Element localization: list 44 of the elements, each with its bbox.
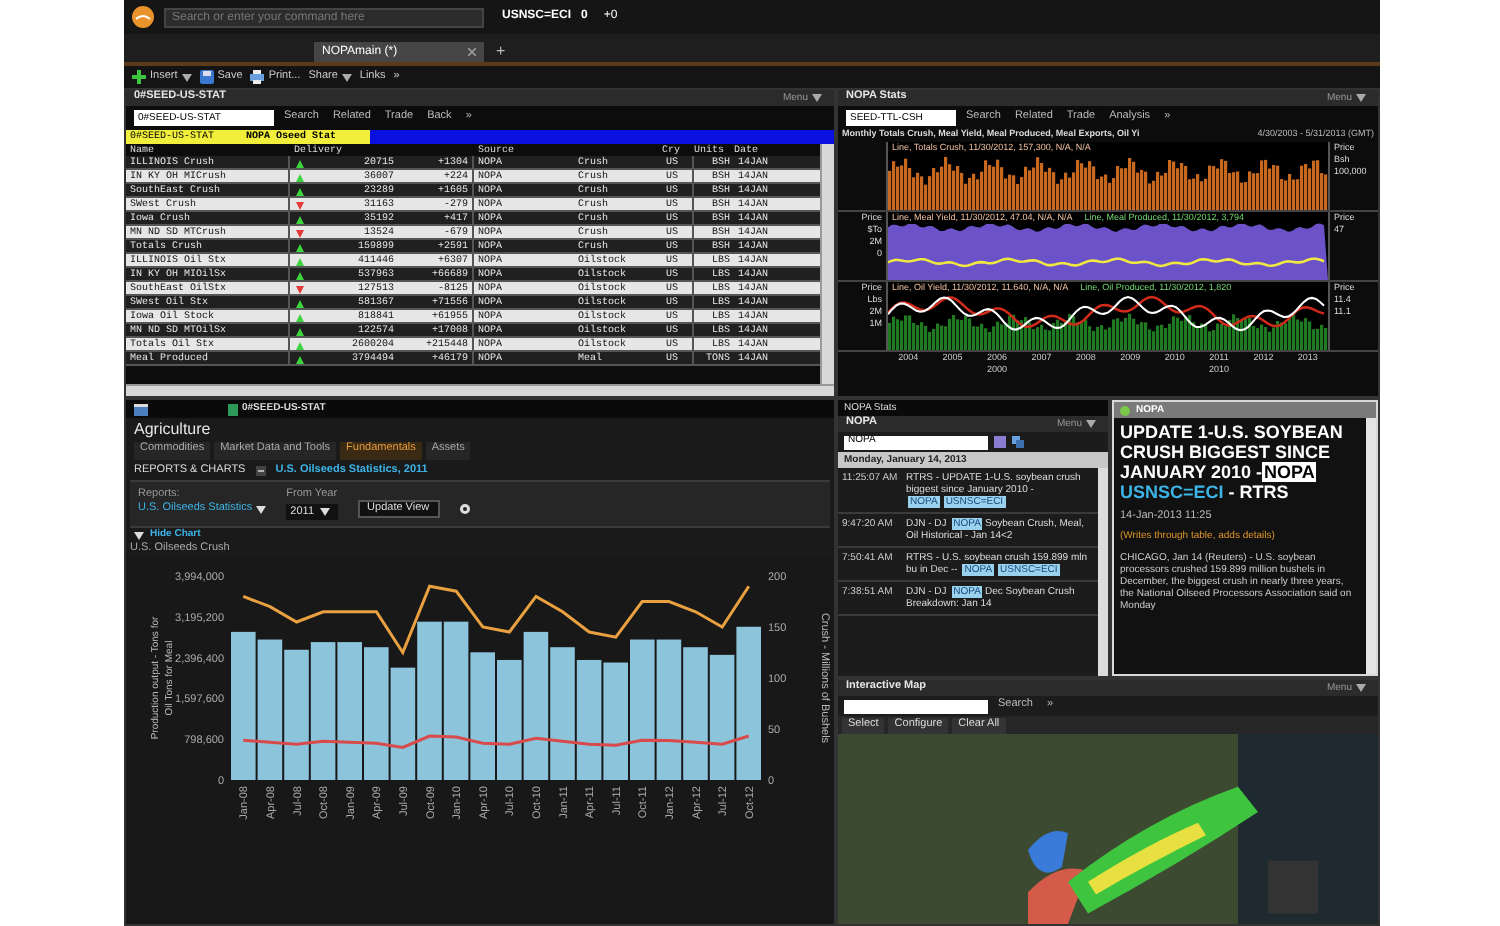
crush-bar — [656, 639, 682, 780]
crush-bar — [337, 642, 362, 780]
logo-icon[interactable] — [132, 6, 154, 28]
article-headline: UPDATE 1-U.S. SOYBEAN CRUSH BIGGEST SINCE JANUARY 2010 -NOPA USNSC=ECI - RTRS — [1120, 422, 1345, 502]
close-icon[interactable] — [468, 48, 476, 56]
map-search-field[interactable] — [844, 699, 988, 713]
add-tab-button[interactable]: + — [490, 42, 512, 62]
crush-bar — [257, 639, 283, 780]
caret-icon — [320, 508, 330, 517]
help-icon[interactable] — [459, 504, 470, 514]
crush-bar — [709, 654, 735, 780]
crush-bar — [390, 667, 416, 780]
scrollbar[interactable] — [1366, 418, 1376, 674]
crush-bar — [284, 649, 309, 780]
crush-bar — [470, 652, 495, 780]
save-icon — [199, 70, 214, 84]
crush-bar — [630, 639, 655, 780]
code-link[interactable]: USNSC=ECI — [1120, 482, 1224, 502]
crush-bar — [603, 662, 628, 780]
panel-title: Agriculture — [132, 418, 213, 440]
crush-bar — [683, 647, 708, 780]
copy-icon[interactable] — [1012, 436, 1024, 448]
crush-bar — [497, 659, 522, 780]
tag-link[interactable]: NOPA — [1262, 462, 1317, 482]
plus-icon — [132, 70, 146, 84]
scrollbar[interactable] — [820, 144, 834, 384]
caret-icon — [1086, 420, 1096, 428]
caret-icon — [812, 94, 822, 102]
scrollbar[interactable] — [126, 384, 834, 396]
crush-bar — [576, 659, 602, 780]
sheet-icon — [228, 403, 238, 415]
crush-bar — [310, 642, 336, 780]
caret-icon — [341, 73, 352, 81]
printer-icon — [250, 70, 265, 84]
status-dot-icon — [1120, 405, 1130, 415]
caret-icon — [1356, 684, 1366, 692]
caret-icon — [1356, 94, 1366, 102]
caret-icon — [181, 73, 192, 81]
collapse-icon[interactable] — [255, 465, 266, 475]
window-icon — [134, 403, 148, 415]
caret-icon — [256, 506, 267, 514]
scrollbar[interactable] — [1098, 468, 1108, 676]
crush-bar — [364, 647, 389, 780]
crush-bar — [550, 647, 575, 780]
